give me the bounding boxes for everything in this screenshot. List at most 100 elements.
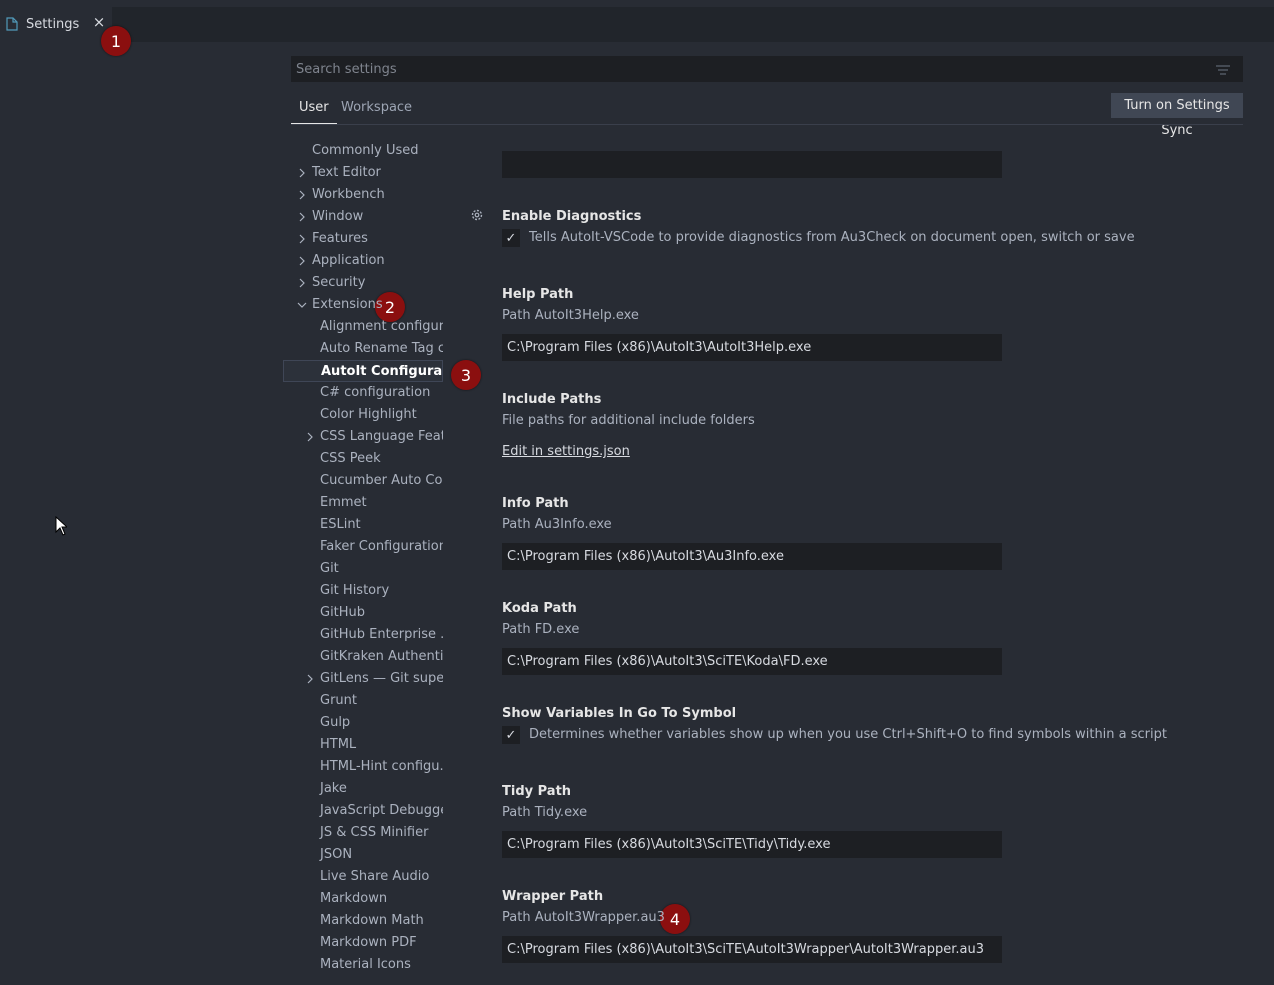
toc-item[interactable]: JS & CSS Minifier xyxy=(283,822,443,844)
toc-item[interactable]: AutoIt Configurat... xyxy=(283,360,443,382)
chevron-right-icon[interactable] xyxy=(297,228,307,250)
tab-workspace[interactable]: Workspace xyxy=(333,96,420,124)
toc-item-label: Cucumber Auto Co... xyxy=(320,473,443,488)
setting-desc-help-path: Path AutoIt3Help.exe xyxy=(502,308,639,323)
enable-diagnostics-checkbox[interactable]: ✓ xyxy=(502,229,520,247)
help-path-input[interactable] xyxy=(502,334,1002,361)
toc-item[interactable]: GitHub Enterprise ... xyxy=(283,624,443,646)
toc-item[interactable]: Jake xyxy=(283,778,443,800)
setting-desc-tidy-path: Path Tidy.exe xyxy=(502,805,588,820)
toc-item[interactable]: CSS Peek xyxy=(283,448,443,470)
search-box xyxy=(291,56,1243,82)
setting-desc-include-paths: File paths for additional include folder… xyxy=(502,413,755,428)
toc-item[interactable]: HTML-Hint configu... xyxy=(283,756,443,778)
toc-item[interactable]: Markdown xyxy=(283,888,443,910)
toc-item[interactable]: JSON xyxy=(283,844,443,866)
wrapper-path-input[interactable] xyxy=(502,936,1002,963)
setting-title-enable-diagnostics: Enable Diagnostics xyxy=(502,209,642,224)
toc-item-label: Material Icons xyxy=(320,957,411,972)
toc-item-label: AutoIt Configurat... xyxy=(321,364,443,379)
toc-item-label: Live Share Audio xyxy=(320,869,430,884)
toc-item-label: Faker Configuration xyxy=(320,539,443,554)
setting-input-partial[interactable] xyxy=(502,151,1002,178)
annotation-badge-1: 1 xyxy=(101,26,131,56)
toc-item[interactable]: Faker Configuration xyxy=(283,536,443,558)
search-input[interactable] xyxy=(292,57,1242,81)
chevron-right-icon[interactable] xyxy=(297,250,307,272)
toc-item[interactable]: Application xyxy=(283,250,443,272)
toc-item-label: Application xyxy=(312,253,385,268)
toc-item[interactable]: GitKraken Authenti... xyxy=(283,646,443,668)
toc-item[interactable]: Window xyxy=(283,206,443,228)
toc-item[interactable]: Markdown PDF xyxy=(283,932,443,954)
toc-item[interactable]: CSS Language Feat... xyxy=(283,426,443,448)
toc-item-label: Markdown PDF xyxy=(320,935,417,950)
toc-item-label: Grunt xyxy=(320,693,357,708)
tab-label: Settings xyxy=(26,17,80,32)
toc-item-label: Git History xyxy=(320,583,390,598)
setting-desc-show-variables: Determines whether variables show up whe… xyxy=(529,727,1167,742)
tidy-path-input[interactable] xyxy=(502,831,1002,858)
toc-item[interactable]: GitLens — Git supe... xyxy=(283,668,443,690)
toc-item[interactable]: Git History xyxy=(283,580,443,602)
chevron-right-icon[interactable] xyxy=(305,426,315,448)
toc-item[interactable]: Commonly Used xyxy=(283,140,443,162)
toc-item-label: Color Highlight xyxy=(320,407,417,422)
annotation-badge-3: 3 xyxy=(451,360,481,390)
file-icon xyxy=(6,17,18,31)
toc-item-label: JavaScript Debugger xyxy=(320,803,443,818)
toc-item[interactable]: Features xyxy=(283,228,443,250)
toc-item[interactable]: GitHub xyxy=(283,602,443,624)
setting-title-koda-path: Koda Path xyxy=(502,601,577,616)
gear-icon[interactable] xyxy=(470,208,484,222)
filter-icon[interactable] xyxy=(1216,64,1230,75)
edit-in-settings-json-link[interactable]: Edit in settings.json xyxy=(502,444,630,459)
settings-toc: Commonly Used Text Editor Workbench Window F… xyxy=(283,140,443,985)
toc-item[interactable]: JavaScript Debugger xyxy=(283,800,443,822)
toc-item[interactable]: Material Icons xyxy=(283,954,443,976)
close-icon[interactable]: × xyxy=(92,15,106,30)
toc-item-label: ESLint xyxy=(320,517,361,532)
toc-item-label: GitKraken Authenti... xyxy=(320,649,443,664)
chevron-right-icon[interactable] xyxy=(297,206,307,228)
toc-item[interactable]: Markdown Math xyxy=(283,910,443,932)
toc-item[interactable]: Alignment configur... xyxy=(283,316,443,338)
toc-item[interactable]: Text Editor xyxy=(283,162,443,184)
info-path-input[interactable] xyxy=(502,543,1002,570)
toc-item[interactable]: Grunt xyxy=(283,690,443,712)
toc-item-label: Window xyxy=(312,209,364,224)
toc-item-label: GitHub xyxy=(320,605,366,620)
chevron-down-icon[interactable] xyxy=(297,294,307,316)
settings-tab[interactable]: Settings × xyxy=(0,7,112,42)
koda-path-input[interactable] xyxy=(502,648,1002,675)
toc-item-label: Workbench xyxy=(312,187,385,202)
toc-item[interactable]: C# configuration xyxy=(283,382,443,404)
divider xyxy=(291,124,1243,125)
turn-on-settings-sync-button[interactable]: Turn on Settings Sync xyxy=(1111,93,1243,138)
chevron-right-icon[interactable] xyxy=(305,668,315,690)
toc-item-label: Alignment configur... xyxy=(320,319,443,334)
toc-item[interactable]: Gulp xyxy=(283,712,443,734)
toc-item[interactable]: ESLint xyxy=(283,514,443,536)
chevron-right-icon[interactable] xyxy=(297,162,307,184)
show-variables-checkbox[interactable]: ✓ xyxy=(502,726,520,744)
tab-user[interactable]: User xyxy=(291,96,337,124)
toc-item[interactable]: Git xyxy=(283,558,443,580)
setting-desc-enable-diagnostics: Tells AutoIt-VSCode to provide diagnosti… xyxy=(529,230,1135,245)
toc-item[interactable]: Cucumber Auto Co... xyxy=(283,470,443,492)
toc-item-label: Markdown Math xyxy=(320,913,424,928)
toc-item[interactable]: Extensions xyxy=(283,294,443,316)
toc-item[interactable]: Security xyxy=(283,272,443,294)
toc-item-label: Extensions xyxy=(312,297,383,312)
toc-item[interactable]: Auto Rename Tag c... xyxy=(283,338,443,360)
toc-item[interactable]: Color Highlight xyxy=(283,404,443,426)
setting-title-tidy-path: Tidy Path xyxy=(502,784,572,799)
toc-item[interactable]: Workbench xyxy=(283,184,443,206)
chevron-right-icon[interactable] xyxy=(297,272,307,294)
toc-item[interactable]: Live Share Audio xyxy=(283,866,443,888)
toc-item[interactable]: Emmet xyxy=(283,492,443,514)
mouse-cursor-icon xyxy=(55,515,69,536)
toc-item-label: Markdown xyxy=(320,891,388,906)
toc-item[interactable]: HTML xyxy=(283,734,443,756)
chevron-right-icon[interactable] xyxy=(297,184,307,206)
